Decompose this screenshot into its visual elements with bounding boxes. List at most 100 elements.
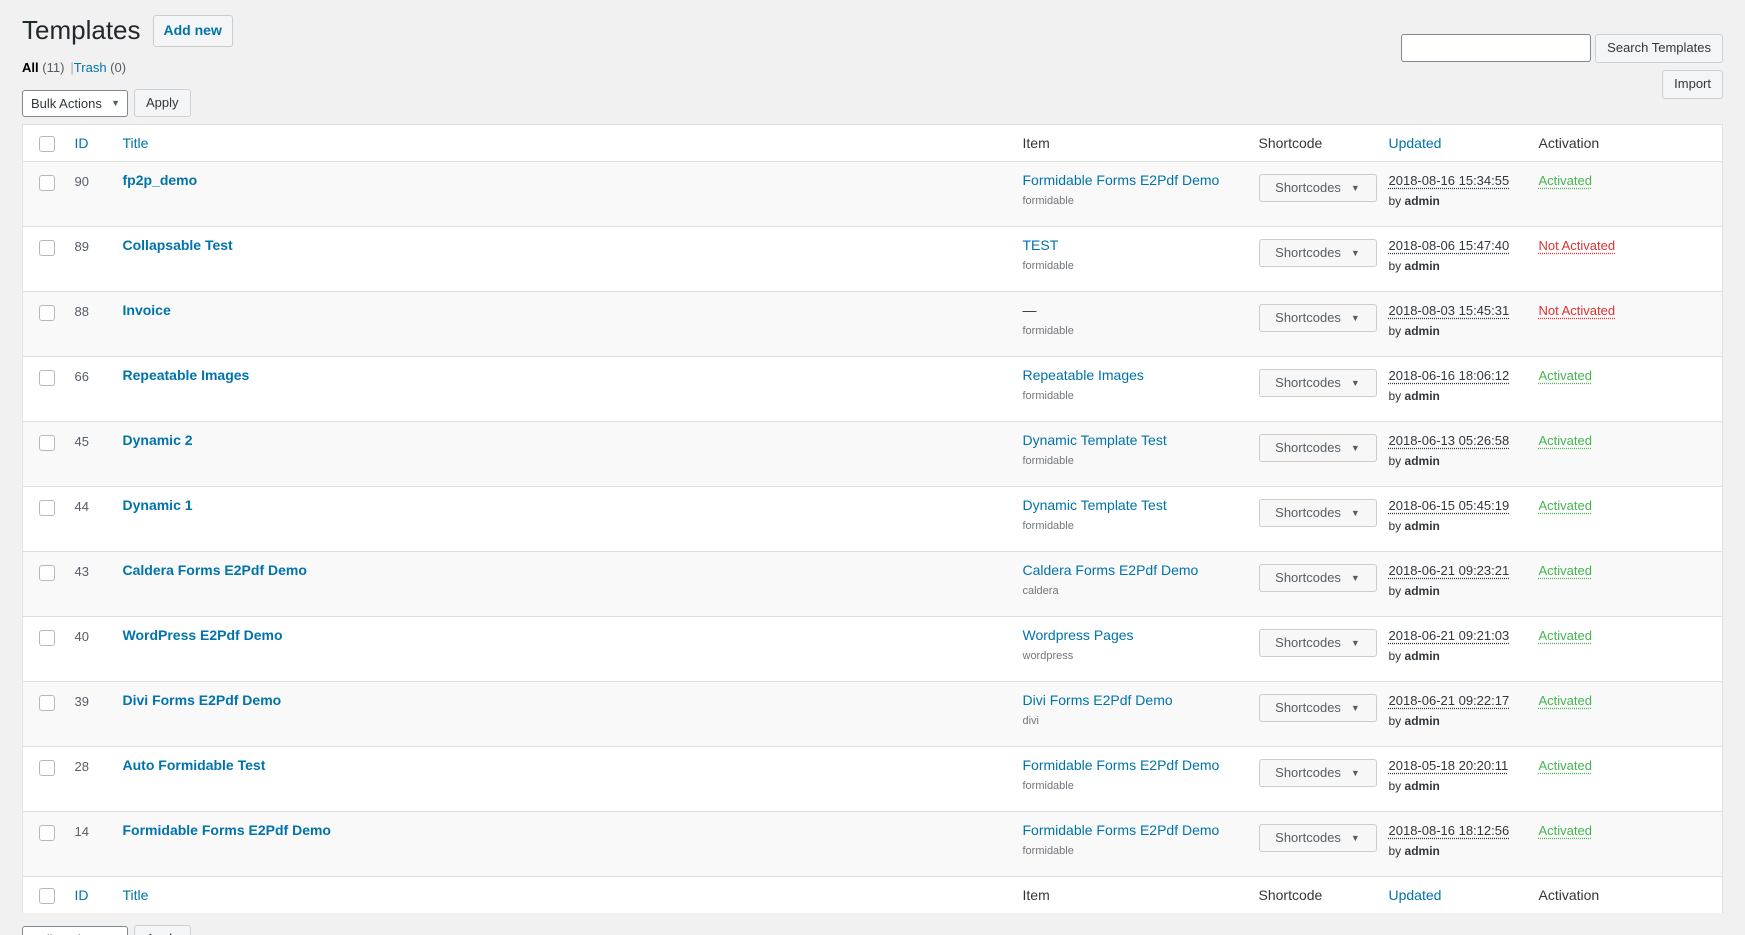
- row-checkbox[interactable]: [39, 695, 55, 711]
- row-updated-date[interactable]: 2018-05-18 20:20:11: [1389, 758, 1509, 773]
- row-updated-date[interactable]: 2018-08-03 15:45:31: [1389, 303, 1510, 318]
- row-title-link[interactable]: Repeatable Images: [123, 367, 250, 383]
- row-title-link[interactable]: Invoice: [123, 302, 171, 318]
- row-item-link[interactable]: Repeatable Images: [1023, 367, 1144, 383]
- shortcodes-dropdown[interactable]: Shortcodes▼: [1259, 564, 1377, 592]
- row-checkbox[interactable]: [39, 565, 55, 581]
- row-item-link[interactable]: Formidable Forms E2Pdf Demo: [1023, 172, 1220, 188]
- activation-status-badge[interactable]: Not Activated: [1539, 238, 1616, 253]
- row-updated-date[interactable]: 2018-06-21 09:21:03: [1389, 628, 1510, 643]
- row-item-link[interactable]: Formidable Forms E2Pdf Demo: [1023, 822, 1220, 838]
- row-item-link[interactable]: Wordpress Pages: [1023, 627, 1134, 643]
- column-footer-id[interactable]: ID: [65, 876, 113, 912]
- shortcodes-dropdown-label: Shortcodes: [1275, 440, 1341, 455]
- activation-status-badge[interactable]: Activated: [1539, 563, 1592, 578]
- row-checkbox[interactable]: [39, 500, 55, 516]
- activation-status-badge[interactable]: Activated: [1539, 173, 1592, 188]
- row-title-link[interactable]: WordPress E2Pdf Demo: [123, 627, 283, 643]
- activation-status-badge[interactable]: Not Activated: [1539, 303, 1616, 318]
- row-item-link[interactable]: TEST: [1023, 237, 1059, 253]
- shortcodes-dropdown[interactable]: Shortcodes▼: [1259, 239, 1377, 267]
- filter-all-link[interactable]: All: [22, 60, 39, 75]
- row-updated-date[interactable]: 2018-06-16 18:06:12: [1389, 368, 1510, 383]
- row-checkbox[interactable]: [39, 435, 55, 451]
- row-item-link[interactable]: Dynamic Template Test: [1023, 497, 1167, 513]
- row-item-link[interactable]: Formidable Forms E2Pdf Demo: [1023, 757, 1220, 773]
- row-item-link[interactable]: Divi Forms E2Pdf Demo: [1023, 692, 1173, 708]
- search-templates-button[interactable]: Search Templates: [1595, 34, 1723, 63]
- row-title-link[interactable]: Auto Formidable Test: [123, 757, 266, 773]
- row-updated-date[interactable]: 2018-08-06 15:47:40: [1389, 238, 1510, 253]
- row-checkbox[interactable]: [39, 370, 55, 386]
- sort-updated-link-top[interactable]: Updated: [1389, 135, 1442, 151]
- tablenav-bottom: Bulk Actions ▼ Apply: [22, 923, 1723, 935]
- add-new-button[interactable]: Add new: [153, 15, 233, 47]
- apply-button-top[interactable]: Apply: [134, 89, 191, 118]
- column-header-item: Item: [1013, 125, 1249, 162]
- row-title-cell: Auto Formidable Test: [113, 746, 1013, 811]
- activation-status-badge[interactable]: Activated: [1539, 758, 1592, 773]
- column-header-id[interactable]: ID: [65, 125, 113, 162]
- row-checkbox[interactable]: [39, 760, 55, 776]
- row-item-link[interactable]: Caldera Forms E2Pdf Demo: [1023, 562, 1199, 578]
- activation-status-badge[interactable]: Activated: [1539, 498, 1592, 513]
- sort-title-link-bottom[interactable]: Title: [123, 887, 149, 903]
- activation-status-badge[interactable]: Activated: [1539, 823, 1592, 838]
- shortcodes-dropdown[interactable]: Shortcodes▼: [1259, 174, 1377, 202]
- row-updated-date[interactable]: 2018-06-21 09:23:21: [1389, 563, 1510, 578]
- row-shortcode-cell: Shortcodes▼: [1249, 486, 1379, 551]
- sort-id-link-bottom[interactable]: ID: [75, 887, 89, 903]
- shortcodes-dropdown[interactable]: Shortcodes▼: [1259, 759, 1377, 787]
- row-item-link[interactable]: Dynamic Template Test: [1023, 432, 1167, 448]
- row-updated-date[interactable]: 2018-08-16 18:12:56: [1389, 823, 1510, 838]
- row-checkbox[interactable]: [39, 825, 55, 841]
- shortcodes-dropdown[interactable]: Shortcodes▼: [1259, 629, 1377, 657]
- apply-button-bottom[interactable]: Apply: [134, 925, 191, 935]
- row-title-link[interactable]: Caldera Forms E2Pdf Demo: [123, 562, 307, 578]
- activation-status-badge[interactable]: Activated: [1539, 368, 1592, 383]
- filter-trash[interactable]: Trash (0): [74, 60, 126, 75]
- row-updated-date[interactable]: 2018-06-15 05:45:19: [1389, 498, 1510, 513]
- row-item-empty: —: [1023, 302, 1037, 318]
- select-all-checkbox-top[interactable]: [39, 136, 55, 152]
- activation-status-badge[interactable]: Activated: [1539, 628, 1592, 643]
- row-title-link[interactable]: Divi Forms E2Pdf Demo: [123, 692, 282, 708]
- row-updated-date[interactable]: 2018-06-13 05:26:58: [1389, 433, 1510, 448]
- row-checkbox[interactable]: [39, 175, 55, 191]
- filter-all[interactable]: All (11): [22, 60, 64, 75]
- row-title-link[interactable]: fp2p_demo: [123, 172, 198, 188]
- row-title-link[interactable]: Formidable Forms E2Pdf Demo: [123, 822, 331, 838]
- sort-title-link-top[interactable]: Title: [123, 135, 149, 151]
- sort-id-link-top[interactable]: ID: [75, 135, 89, 151]
- shortcodes-dropdown[interactable]: Shortcodes▼: [1259, 304, 1377, 332]
- shortcodes-dropdown[interactable]: Shortcodes▼: [1259, 694, 1377, 722]
- row-updated-date[interactable]: 2018-08-16 15:34:55: [1389, 173, 1510, 188]
- activation-status-badge[interactable]: Activated: [1539, 693, 1592, 708]
- row-title-link[interactable]: Dynamic 2: [123, 432, 193, 448]
- shortcodes-dropdown[interactable]: Shortcodes▼: [1259, 499, 1377, 527]
- sort-updated-link-bottom[interactable]: Updated: [1389, 887, 1442, 903]
- filter-trash-link[interactable]: Trash: [74, 60, 107, 75]
- row-checkbox[interactable]: [39, 305, 55, 321]
- column-footer-updated[interactable]: Updated: [1379, 876, 1529, 912]
- shortcodes-dropdown[interactable]: Shortcodes▼: [1259, 369, 1377, 397]
- column-header-title[interactable]: Title: [113, 125, 1013, 162]
- bulk-actions-select-bottom[interactable]: Bulk Actions ▼: [22, 926, 128, 935]
- shortcodes-dropdown[interactable]: Shortcodes▼: [1259, 434, 1377, 462]
- column-footer-title[interactable]: Title: [113, 876, 1013, 912]
- row-updated-cell: 2018-06-21 09:22:17by admin: [1379, 681, 1529, 746]
- shortcodes-dropdown[interactable]: Shortcodes▼: [1259, 824, 1377, 852]
- row-title-link[interactable]: Collapsable Test: [123, 237, 233, 253]
- bulk-actions-select-top[interactable]: Bulk Actions ▼: [22, 90, 128, 117]
- table-foot: ID Title Item Shortcode Updated Activati…: [23, 876, 1723, 912]
- column-header-updated[interactable]: Updated: [1379, 125, 1529, 162]
- row-title-link[interactable]: Dynamic 1: [123, 497, 193, 513]
- select-all-checkbox-bottom[interactable]: [39, 888, 55, 904]
- activation-status-badge[interactable]: Activated: [1539, 433, 1592, 448]
- row-author-name: admin: [1405, 324, 1440, 338]
- row-checkbox[interactable]: [39, 240, 55, 256]
- search-input[interactable]: [1401, 34, 1591, 62]
- row-updated-date[interactable]: 2018-06-21 09:22:17: [1389, 693, 1510, 708]
- row-checkbox[interactable]: [39, 630, 55, 646]
- import-button[interactable]: Import: [1662, 70, 1723, 99]
